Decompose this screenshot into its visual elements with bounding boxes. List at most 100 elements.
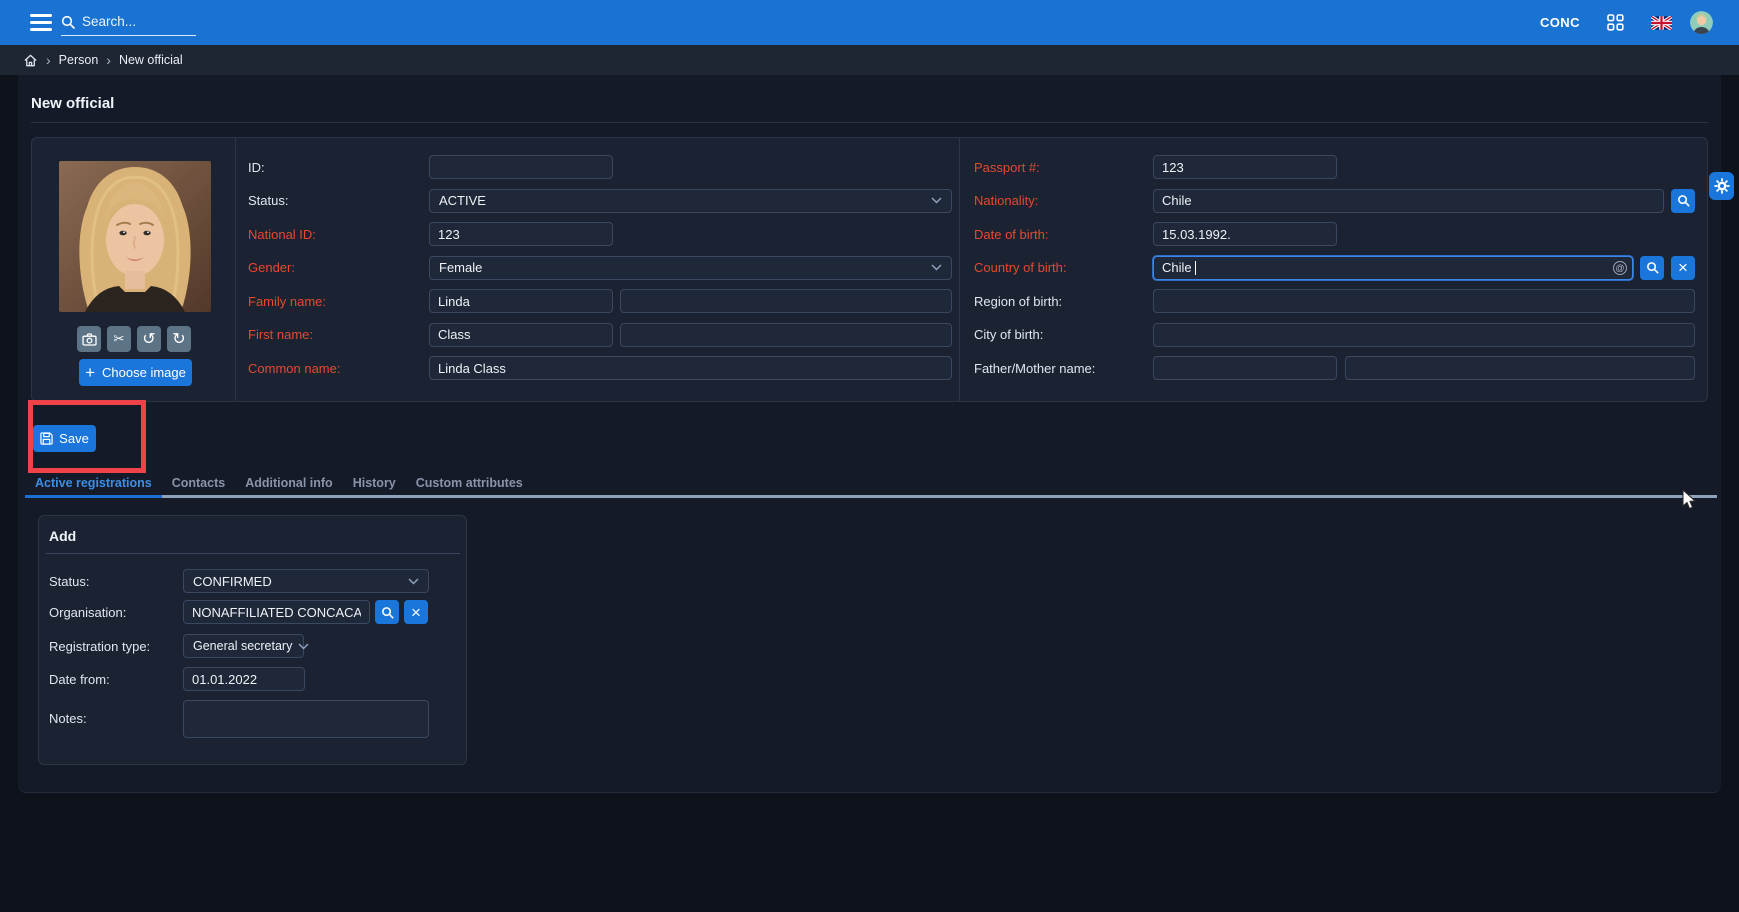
add-divider — [46, 553, 460, 554]
field-row-id: ID: — [248, 155, 959, 179]
mother-name-input[interactable] — [1345, 356, 1695, 380]
field-row-passport: Passport #: — [974, 155, 1707, 179]
field-row-city-of-birth: City of birth: — [974, 323, 1707, 347]
add-date-from-label: Date from: — [49, 672, 183, 687]
field-row-family-name: Family name: — [248, 289, 959, 313]
field-row-country-of-birth: Country of birth: @ × — [974, 256, 1707, 280]
first-name-alt-input[interactable] — [620, 323, 952, 347]
nationality-search-button[interactable] — [1671, 189, 1695, 213]
organisation-search-button[interactable] — [375, 600, 399, 624]
status-select[interactable]: ACTIVE — [429, 189, 952, 213]
search-icon — [1677, 194, 1690, 207]
add-row-date-from: Date from: — [49, 667, 305, 691]
tab-custom-attributes[interactable]: Custom attributes — [406, 470, 533, 495]
rotate-right-button[interactable]: ↻ — [167, 326, 191, 352]
user-avatar[interactable] — [1690, 0, 1713, 45]
breadcrumb-new-official[interactable]: New official — [119, 53, 183, 67]
city-of-birth-label: City of birth: — [974, 327, 1153, 342]
chevron-down-icon — [931, 264, 942, 271]
main-panel: New official — [18, 75, 1721, 793]
date-of-birth-label: Date of birth: — [974, 227, 1153, 242]
family-name-input[interactable] — [429, 289, 613, 313]
save-label: Save — [59, 431, 89, 446]
nationality-input[interactable] — [1153, 189, 1664, 213]
menu-icon[interactable] — [30, 14, 52, 31]
rotate-left-button[interactable]: ↺ — [137, 326, 161, 352]
id-input[interactable] — [429, 155, 613, 179]
region-of-birth-input[interactable] — [1153, 289, 1695, 313]
add-status-label: Status: — [49, 574, 183, 589]
tab-additional-info[interactable]: Additional info — [235, 470, 342, 495]
chevron-down-icon — [931, 197, 942, 204]
add-status-select[interactable]: CONFIRMED — [183, 569, 429, 593]
tab-contacts[interactable]: Contacts — [162, 470, 235, 495]
country-clear-button[interactable]: × — [1671, 256, 1695, 280]
add-row-status: Status: CONFIRMED — [49, 569, 429, 593]
field-row-father-mother: Father/Mother name: — [974, 356, 1707, 380]
add-registration-card: Add Status: CONFIRMED Organisation: × Re… — [38, 515, 467, 765]
add-registration-type-label: Registration type: — [49, 639, 183, 654]
search-icon — [381, 606, 394, 619]
apps-grid-icon[interactable] — [1607, 0, 1624, 45]
field-row-nationality: Nationality: — [974, 189, 1707, 213]
camera-icon — [82, 333, 97, 346]
choose-image-button[interactable]: + Choose image — [79, 359, 192, 386]
field-row-first-name: First name: — [248, 323, 959, 347]
plus-icon: + — [85, 364, 95, 381]
status-label: Status: — [248, 193, 429, 208]
common-name-input[interactable] — [429, 356, 952, 380]
national-id-input[interactable] — [429, 222, 613, 246]
first-name-input[interactable] — [429, 323, 613, 347]
crop-button[interactable]: ✂ — [107, 326, 131, 352]
date-from-input[interactable] — [183, 667, 305, 691]
search-icon — [61, 15, 75, 29]
choose-image-label: Choose image — [102, 365, 186, 380]
form-right-column: Passport #: Nationality: Date of birth: … — [960, 138, 1707, 401]
passport-label: Passport #: — [974, 160, 1153, 175]
nationality-label: Nationality: — [974, 193, 1153, 208]
person-form-card: ✂ ↺ ↻ + Choose image ID: Status: ACTIVE — [31, 137, 1708, 402]
registration-type-select[interactable]: General secretary — [183, 634, 304, 658]
country-of-birth-input[interactable] — [1153, 256, 1633, 280]
tab-active-registrations[interactable]: Active registrations — [25, 470, 162, 498]
add-organisation-input[interactable] — [183, 600, 370, 624]
organisation-clear-button[interactable]: × — [404, 600, 428, 624]
gear-icon — [1714, 178, 1730, 194]
country-search-button[interactable] — [1640, 256, 1664, 280]
top-navbar: CONC — [0, 0, 1739, 45]
father-name-input[interactable] — [1153, 356, 1337, 380]
breadcrumb-person[interactable]: Person — [59, 53, 99, 67]
date-of-birth-input[interactable] — [1153, 222, 1337, 246]
camera-button[interactable] — [77, 326, 101, 352]
add-notes-label: Notes: — [49, 700, 183, 726]
add-row-registration-type: Registration type: General secretary — [49, 634, 304, 658]
tab-history[interactable]: History — [343, 470, 406, 495]
language-flag-icon[interactable] — [1651, 0, 1672, 45]
country-of-birth-label: Country of birth: — [974, 260, 1153, 275]
settings-fab-button[interactable] — [1709, 172, 1734, 200]
add-title: Add — [49, 528, 76, 544]
save-button[interactable]: Save — [33, 425, 96, 452]
home-icon[interactable] — [23, 53, 38, 68]
add-organisation-label: Organisation: — [49, 605, 183, 620]
notes-textarea[interactable] — [183, 700, 429, 738]
breadcrumb-separator: › — [46, 53, 51, 67]
city-of-birth-input[interactable] — [1153, 323, 1695, 347]
org-code-label: CONC — [1540, 0, 1580, 45]
add-row-notes: Notes: — [49, 700, 429, 738]
passport-input[interactable] — [1153, 155, 1337, 179]
person-photo — [59, 161, 211, 312]
save-icon — [40, 432, 53, 445]
tab-bar: Active registrations Contacts Additional… — [25, 470, 1717, 498]
field-row-date-of-birth: Date of birth: — [974, 222, 1707, 246]
gender-select[interactable]: Female — [429, 256, 952, 280]
field-row-national-id: National ID: — [248, 222, 959, 246]
search-input[interactable] — [82, 14, 182, 29]
common-name-label: Common name: — [248, 361, 429, 376]
gender-label: Gender: — [248, 260, 429, 275]
text-caret — [1195, 261, 1196, 275]
family-name-alt-input[interactable] — [620, 289, 952, 313]
region-of-birth-label: Region of birth: — [974, 294, 1153, 309]
photo-column: ✂ ↺ ↻ + Choose image — [32, 138, 236, 401]
chevron-down-icon — [408, 578, 419, 585]
